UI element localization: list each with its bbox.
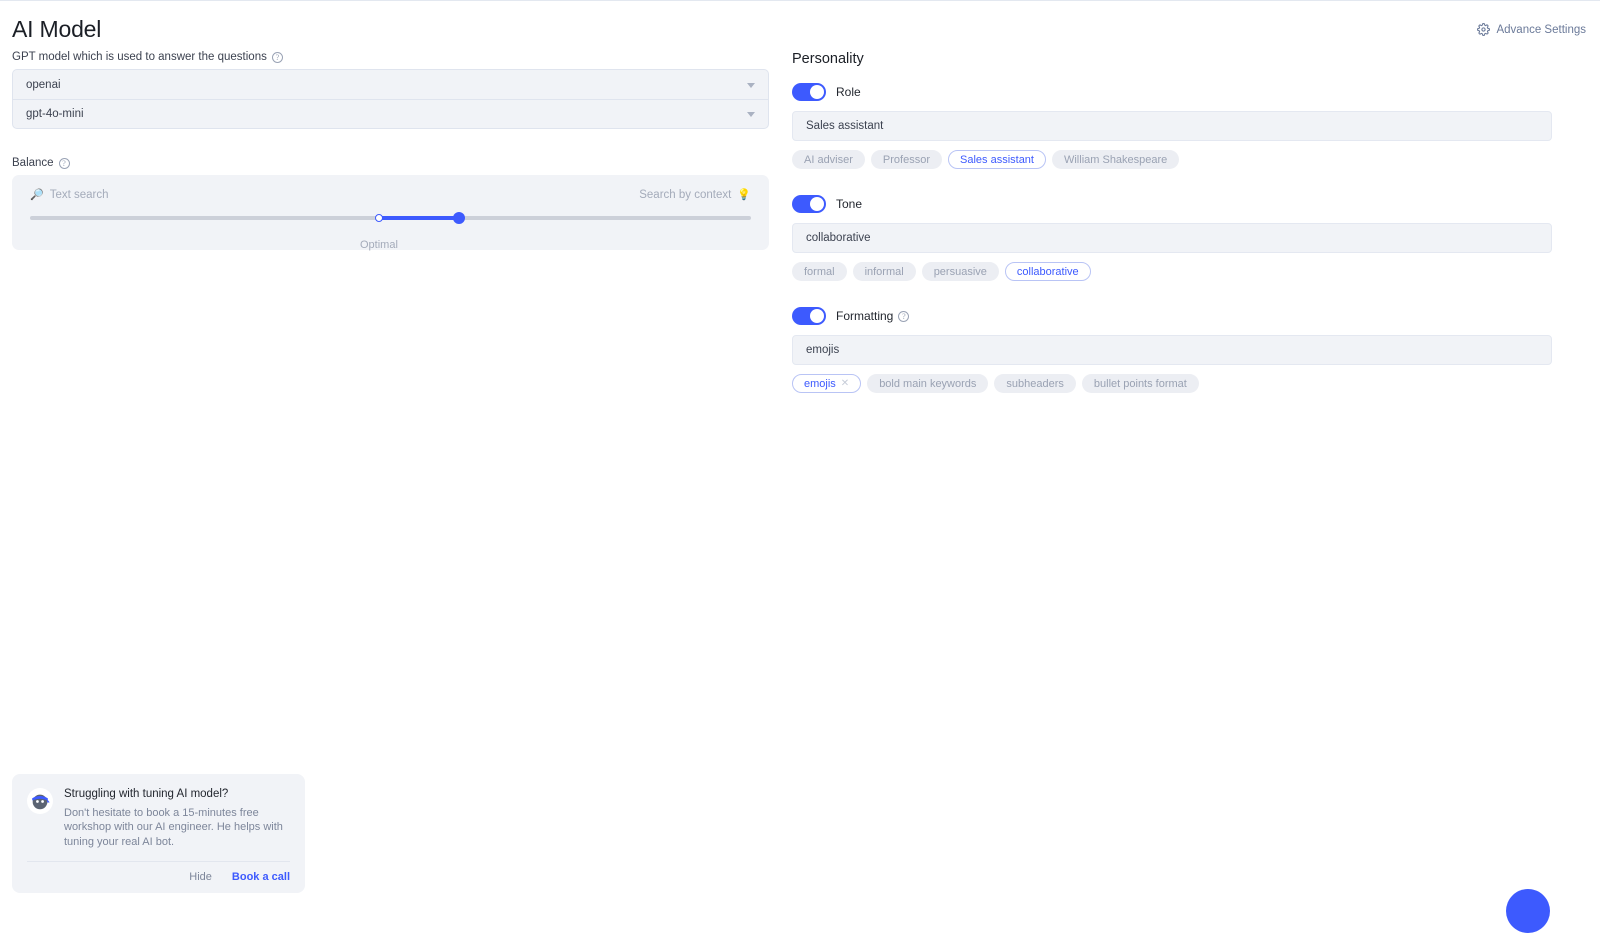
chip-label: emojis: [804, 377, 836, 390]
input-value: collaborative: [806, 232, 871, 244]
chip-label: formal: [804, 265, 835, 278]
input-value: Sales assistant: [806, 120, 884, 132]
chip-list: AI adviser Professor Sales assistant Willia…: [792, 150, 1552, 169]
chip[interactable]: bold main keywords: [867, 374, 989, 393]
balance-left-end: 🔎 Text search: [30, 189, 109, 201]
chip-label: subheaders: [1006, 377, 1064, 390]
balance-slider[interactable]: Optimal: [30, 212, 751, 251]
personality-group: Tone collaborative formal informal persuasiv…: [792, 195, 1552, 281]
right-column: Personality Role Sales assistant AI advise…: [792, 51, 1552, 419]
chip-label: Professor: [882, 153, 930, 166]
chip-label: AI adviser: [804, 153, 853, 166]
gear-icon: [1477, 23, 1491, 36]
toggle-label-text: Formatting: [836, 309, 894, 323]
chip-list: formal informal persuasive collaborative: [792, 262, 1552, 281]
chip-label: William Shakespeare: [1063, 153, 1168, 166]
slider-fill: [378, 216, 459, 220]
close-icon[interactable]: ✕: [841, 378, 849, 389]
chip[interactable]: informal: [852, 262, 916, 281]
promo-top: Struggling with tuning AI model? Don't h…: [27, 788, 290, 849]
help-icon[interactable]: ?: [271, 51, 283, 63]
chip[interactable]: subheaders: [994, 374, 1076, 393]
chip[interactable]: William Shakespeare: [1051, 150, 1180, 169]
toggle-label: Tone: [836, 197, 862, 211]
chip[interactable]: Sales assistant: [948, 150, 1046, 169]
chip[interactable]: AI adviser: [792, 150, 865, 169]
slider-optimal-marker: [374, 214, 383, 222]
help-icon[interactable]: ?: [898, 310, 910, 322]
slider-optimal-caption: Optimal: [360, 239, 398, 251]
toggle-tone[interactable]: [792, 195, 826, 213]
slider-thumb[interactable]: [452, 212, 465, 224]
chip-list: emojis ✕ bold main keywords subheaders bulle…: [792, 374, 1552, 393]
left-column: GPT model which is used to answer the qu…: [0, 51, 781, 251]
balance-label: Balance ?: [12, 157, 781, 169]
chip[interactable]: emojis ✕: [792, 374, 862, 393]
promo-text: Struggling with tuning AI model? Don't h…: [64, 788, 290, 849]
provider-select[interactable]: openai: [12, 69, 769, 99]
role-input[interactable]: Sales assistant: [792, 111, 1552, 141]
input-value: emojis: [806, 344, 840, 356]
chat-bubble-button[interactable]: [1506, 889, 1550, 933]
ninja-avatar: [27, 788, 53, 814]
promo-hide-button[interactable]: Hide: [189, 871, 212, 883]
chevron-down-icon: [747, 112, 755, 117]
advance-settings-button[interactable]: Advance Settings: [1477, 23, 1586, 36]
toggle-role[interactable]: [792, 83, 826, 101]
chip[interactable]: persuasive: [921, 262, 999, 281]
promo-card: Struggling with tuning AI model? Don't h…: [12, 774, 305, 893]
model-select[interactable]: gpt-4o-mini: [12, 99, 769, 129]
chip-label: informal: [864, 265, 904, 278]
toggle-row: Formatting?: [792, 307, 1552, 325]
toggle-label: Formatting?: [836, 309, 910, 323]
chip-label: persuasive: [933, 265, 987, 278]
formatting-input[interactable]: emojis: [792, 335, 1552, 365]
promo-heading: Struggling with tuning AI model?: [64, 788, 229, 800]
chip-label: bold main keywords: [879, 377, 977, 390]
chip[interactable]: bullet points format: [1081, 374, 1199, 393]
chip-label: bullet points format: [1093, 377, 1187, 390]
balance-left-label: Text search: [49, 189, 109, 201]
balance-label-text: Balance: [12, 157, 54, 169]
lightbulb-icon: 💡: [737, 188, 751, 201]
toggle-label-text: Role: [836, 85, 861, 99]
chip[interactable]: formal: [792, 262, 847, 281]
personality-title: Personality: [792, 51, 864, 67]
balance-right-end: Search by context 💡: [639, 189, 751, 201]
chevron-down-icon: [747, 82, 755, 88]
promo-actions: Hide Book a call: [27, 860, 290, 893]
toggle-label: Role: [836, 85, 861, 99]
toggle-label-text: Tone: [836, 197, 863, 211]
help-icon[interactable]: ?: [58, 157, 70, 169]
chip-label: collaborative: [1016, 265, 1079, 278]
chip-label: Sales assistant: [960, 153, 1034, 166]
page-title: AI Model: [12, 16, 102, 42]
toggle-row: Role: [792, 83, 1552, 101]
chip[interactable]: Professor: [870, 150, 942, 169]
personality-groups: Role Sales assistant AI adviser Professor Sa…: [792, 83, 1552, 393]
balance-endpoints: 🔎 Text search Search by context 💡: [30, 189, 751, 201]
balance-panel: 🔎 Text search Search by context 💡 Optima…: [12, 175, 769, 251]
advance-settings-label: Advance Settings: [1496, 23, 1586, 36]
model-select-value: gpt-4o-mini: [26, 108, 84, 120]
model-select-stack: openai gpt-4o-mini: [12, 69, 769, 129]
gpt-model-label: GPT model which is used to answer the qu…: [12, 51, 781, 63]
balance-right-label: Search by context: [639, 189, 732, 201]
gpt-model-label-text: GPT model which is used to answer the qu…: [12, 51, 267, 63]
personality-group: Formatting? emojis emojis ✕ bold main keywor…: [792, 307, 1552, 393]
toggle-row: Tone: [792, 195, 1552, 213]
chip[interactable]: collaborative: [1004, 262, 1091, 281]
provider-select-value: openai: [26, 78, 61, 91]
promo-book-a-call-button[interactable]: Book a call: [232, 871, 290, 883]
personality-group: Role Sales assistant AI adviser Professor Sa…: [792, 83, 1552, 169]
tone-input[interactable]: collaborative: [792, 223, 1552, 253]
magnifier-icon: 🔎: [30, 188, 44, 201]
promo-body: Don't hesitate to book a 15-minutes free…: [64, 807, 283, 848]
toggle-formatting[interactable]: [792, 307, 826, 325]
